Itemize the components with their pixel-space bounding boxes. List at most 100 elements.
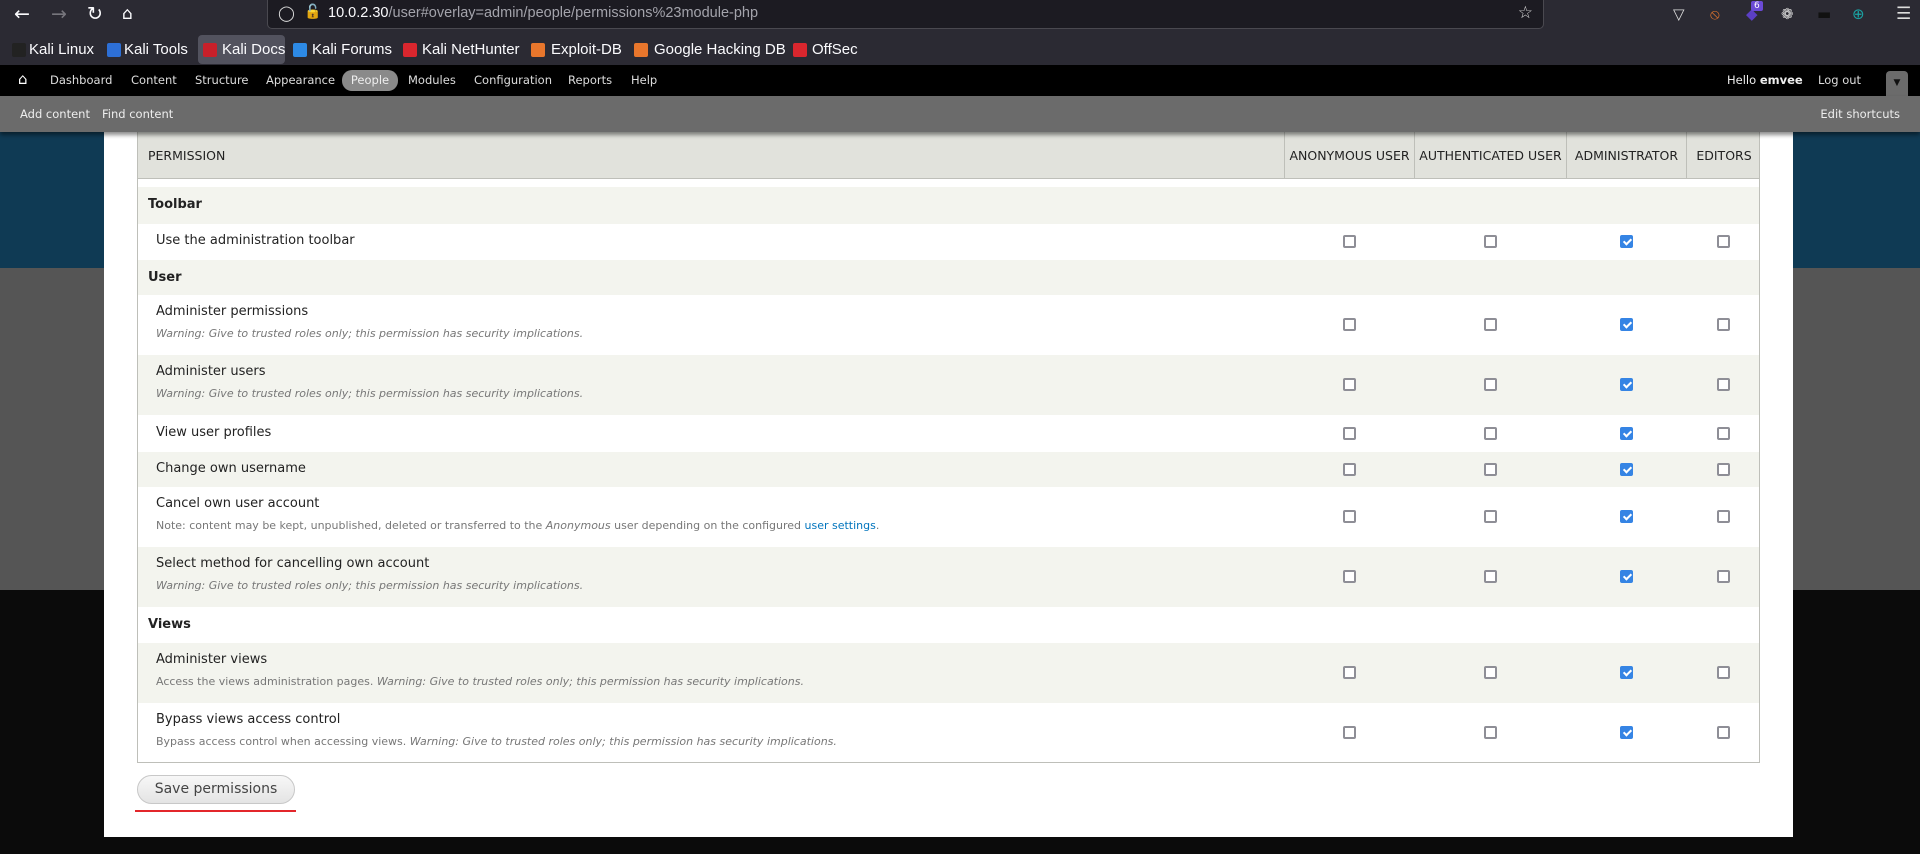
checkbox-administrator[interactable] (1620, 378, 1633, 391)
address-bar[interactable]: ◯ 🔓 10.0.2.30/user#overlay=admin/people/… (267, 0, 1544, 29)
bookmark-kali-docs[interactable]: Kali Docs (222, 36, 285, 63)
description-text: . (875, 519, 880, 532)
insecure-lock-icon[interactable]: 🔓 (304, 4, 321, 20)
toolbar-item-configuration[interactable]: Configuration (474, 73, 552, 87)
permission-label: Cancel own user account (156, 496, 320, 511)
group-row-views: Views (148, 617, 191, 632)
extension-wappalyzer-icon[interactable]: ⊕ (1852, 5, 1865, 23)
permission-description: Note: content may be kept, unpublished, … (156, 519, 879, 532)
checkbox-authenticated[interactable] (1484, 378, 1497, 391)
permission-description: Bypass access control when accessing vie… (156, 735, 837, 748)
description-text: Warning: Give to trusted roles only; thi… (156, 387, 584, 400)
logout-link[interactable]: Log out (1818, 73, 1861, 87)
checkbox-editors[interactable] (1717, 318, 1730, 331)
checkbox-anonymous[interactable] (1343, 510, 1356, 523)
home-icon[interactable]: ⌂ (122, 2, 133, 26)
checkbox-editors[interactable] (1717, 666, 1730, 679)
permission-label: Administer views (156, 652, 268, 667)
bookmark-offsec[interactable]: OffSec (812, 36, 858, 63)
extension-foxyproxy-icon[interactable]: ⦸ (1710, 5, 1720, 23)
checkbox-authenticated[interactable] (1484, 463, 1497, 476)
checkbox-editors[interactable] (1717, 726, 1730, 739)
toolbar-item-content[interactable]: Content (131, 73, 177, 87)
description-text: Access the views administration pages. (156, 675, 377, 688)
menu-icon[interactable]: ☰ (1896, 5, 1911, 23)
shortcuts-toggle-button[interactable]: ▼ (1886, 71, 1908, 96)
permission-description: Warning: Give to trusted roles only; thi… (156, 579, 583, 592)
checkbox-administrator[interactable] (1620, 666, 1633, 679)
greeting: Hello emvee (1727, 73, 1803, 87)
toolbar-item-structure[interactable]: Structure (195, 73, 249, 87)
checkbox-editors[interactable] (1717, 510, 1730, 523)
permission-label: Administer users (156, 364, 266, 379)
checkbox-administrator[interactable] (1620, 427, 1633, 440)
bookmark-google-hacking-db[interactable]: Google Hacking DB (654, 36, 786, 63)
checkbox-administrator[interactable] (1620, 510, 1633, 523)
url-text[interactable]: 10.0.2.30/user#overlay=admin/people/perm… (328, 5, 758, 21)
checkbox-authenticated[interactable] (1484, 427, 1497, 440)
reload-icon[interactable]: ↻ (87, 2, 103, 26)
add-content-link[interactable]: Add content (20, 107, 90, 121)
checkbox-authenticated[interactable] (1484, 510, 1497, 523)
bookmark-kali-linux[interactable]: Kali Linux (29, 36, 94, 63)
find-content-link[interactable]: Find content (102, 107, 173, 121)
checkbox-anonymous[interactable] (1343, 427, 1356, 440)
edit-shortcuts-link[interactable]: Edit shortcuts (1820, 107, 1900, 121)
pocket-icon[interactable]: ▽ (1673, 5, 1685, 23)
username[interactable]: emvee (1760, 73, 1803, 87)
shield-icon[interactable]: ◯ (278, 4, 295, 22)
permission-label: View user profiles (156, 425, 272, 440)
toolbar-item-modules[interactable]: Modules (408, 73, 456, 87)
cookie-icon[interactable]: ❁ (1781, 5, 1794, 23)
toolbar-item-help[interactable]: Help (631, 73, 657, 87)
hat-icon[interactable]: ▬ (1817, 5, 1831, 23)
google-hacking-db-icon (634, 43, 648, 57)
checkbox-anonymous[interactable] (1343, 463, 1356, 476)
checkbox-authenticated[interactable] (1484, 666, 1497, 679)
save-permissions-button[interactable]: Save permissions (137, 775, 295, 804)
checkbox-administrator[interactable] (1620, 318, 1633, 331)
checkbox-anonymous[interactable] (1343, 570, 1356, 583)
permission-description: Access the views administration pages. W… (156, 675, 804, 688)
toolbar-item-appearance[interactable]: Appearance (266, 73, 335, 87)
table-row: Change own username (138, 452, 1759, 487)
checkbox-administrator[interactable] (1620, 570, 1633, 583)
checkbox-administrator[interactable] (1620, 235, 1633, 248)
checkbox-authenticated[interactable] (1484, 726, 1497, 739)
checkbox-authenticated[interactable] (1484, 235, 1497, 248)
checkbox-anonymous[interactable] (1343, 235, 1356, 248)
checkbox-editors[interactable] (1717, 235, 1730, 248)
toolbar-item-people[interactable]: People (342, 70, 398, 91)
checkbox-anonymous[interactable] (1343, 726, 1356, 739)
checkbox-administrator[interactable] (1620, 463, 1633, 476)
bookmark-kali-nethunter[interactable]: Kali NetHunter (422, 36, 520, 63)
bookmark-exploit-db[interactable]: Exploit-DB (551, 36, 622, 63)
toolbar-item-dashboard[interactable]: Dashboard (50, 73, 112, 87)
checkbox-editors[interactable] (1717, 427, 1730, 440)
description-text: Anonymous (545, 519, 611, 532)
checkbox-editors[interactable] (1717, 570, 1730, 583)
extension-badge: 6 (1751, 1, 1763, 11)
forward-icon[interactable]: → (51, 2, 67, 26)
checkbox-authenticated[interactable] (1484, 318, 1497, 331)
checkbox-administrator[interactable] (1620, 726, 1633, 739)
url-path: /user#overlay=admin/people/permissions%2… (388, 5, 759, 21)
column-header-editors: EDITORS (1686, 132, 1761, 178)
kali-docs-icon (203, 43, 217, 57)
bookmark-kali-tools[interactable]: Kali Tools (124, 36, 188, 63)
table-row: Administer permissions Warning: Give to t… (138, 295, 1759, 355)
checkbox-editors[interactable] (1717, 378, 1730, 391)
kali-nethunter-icon (403, 43, 417, 57)
group-row-user: User (138, 260, 1759, 295)
home-icon[interactable]: ⌂ (18, 70, 28, 88)
bookmark-star-icon[interactable]: ☆ (1518, 3, 1533, 23)
checkbox-authenticated[interactable] (1484, 570, 1497, 583)
bookmark-kali-forums[interactable]: Kali Forums (312, 36, 392, 63)
user-settings-link[interactable]: user settings (805, 519, 876, 532)
checkbox-anonymous[interactable] (1343, 666, 1356, 679)
back-icon[interactable]: ← (14, 2, 30, 26)
checkbox-editors[interactable] (1717, 463, 1730, 476)
checkbox-anonymous[interactable] (1343, 378, 1356, 391)
toolbar-item-reports[interactable]: Reports (568, 73, 612, 87)
checkbox-anonymous[interactable] (1343, 318, 1356, 331)
